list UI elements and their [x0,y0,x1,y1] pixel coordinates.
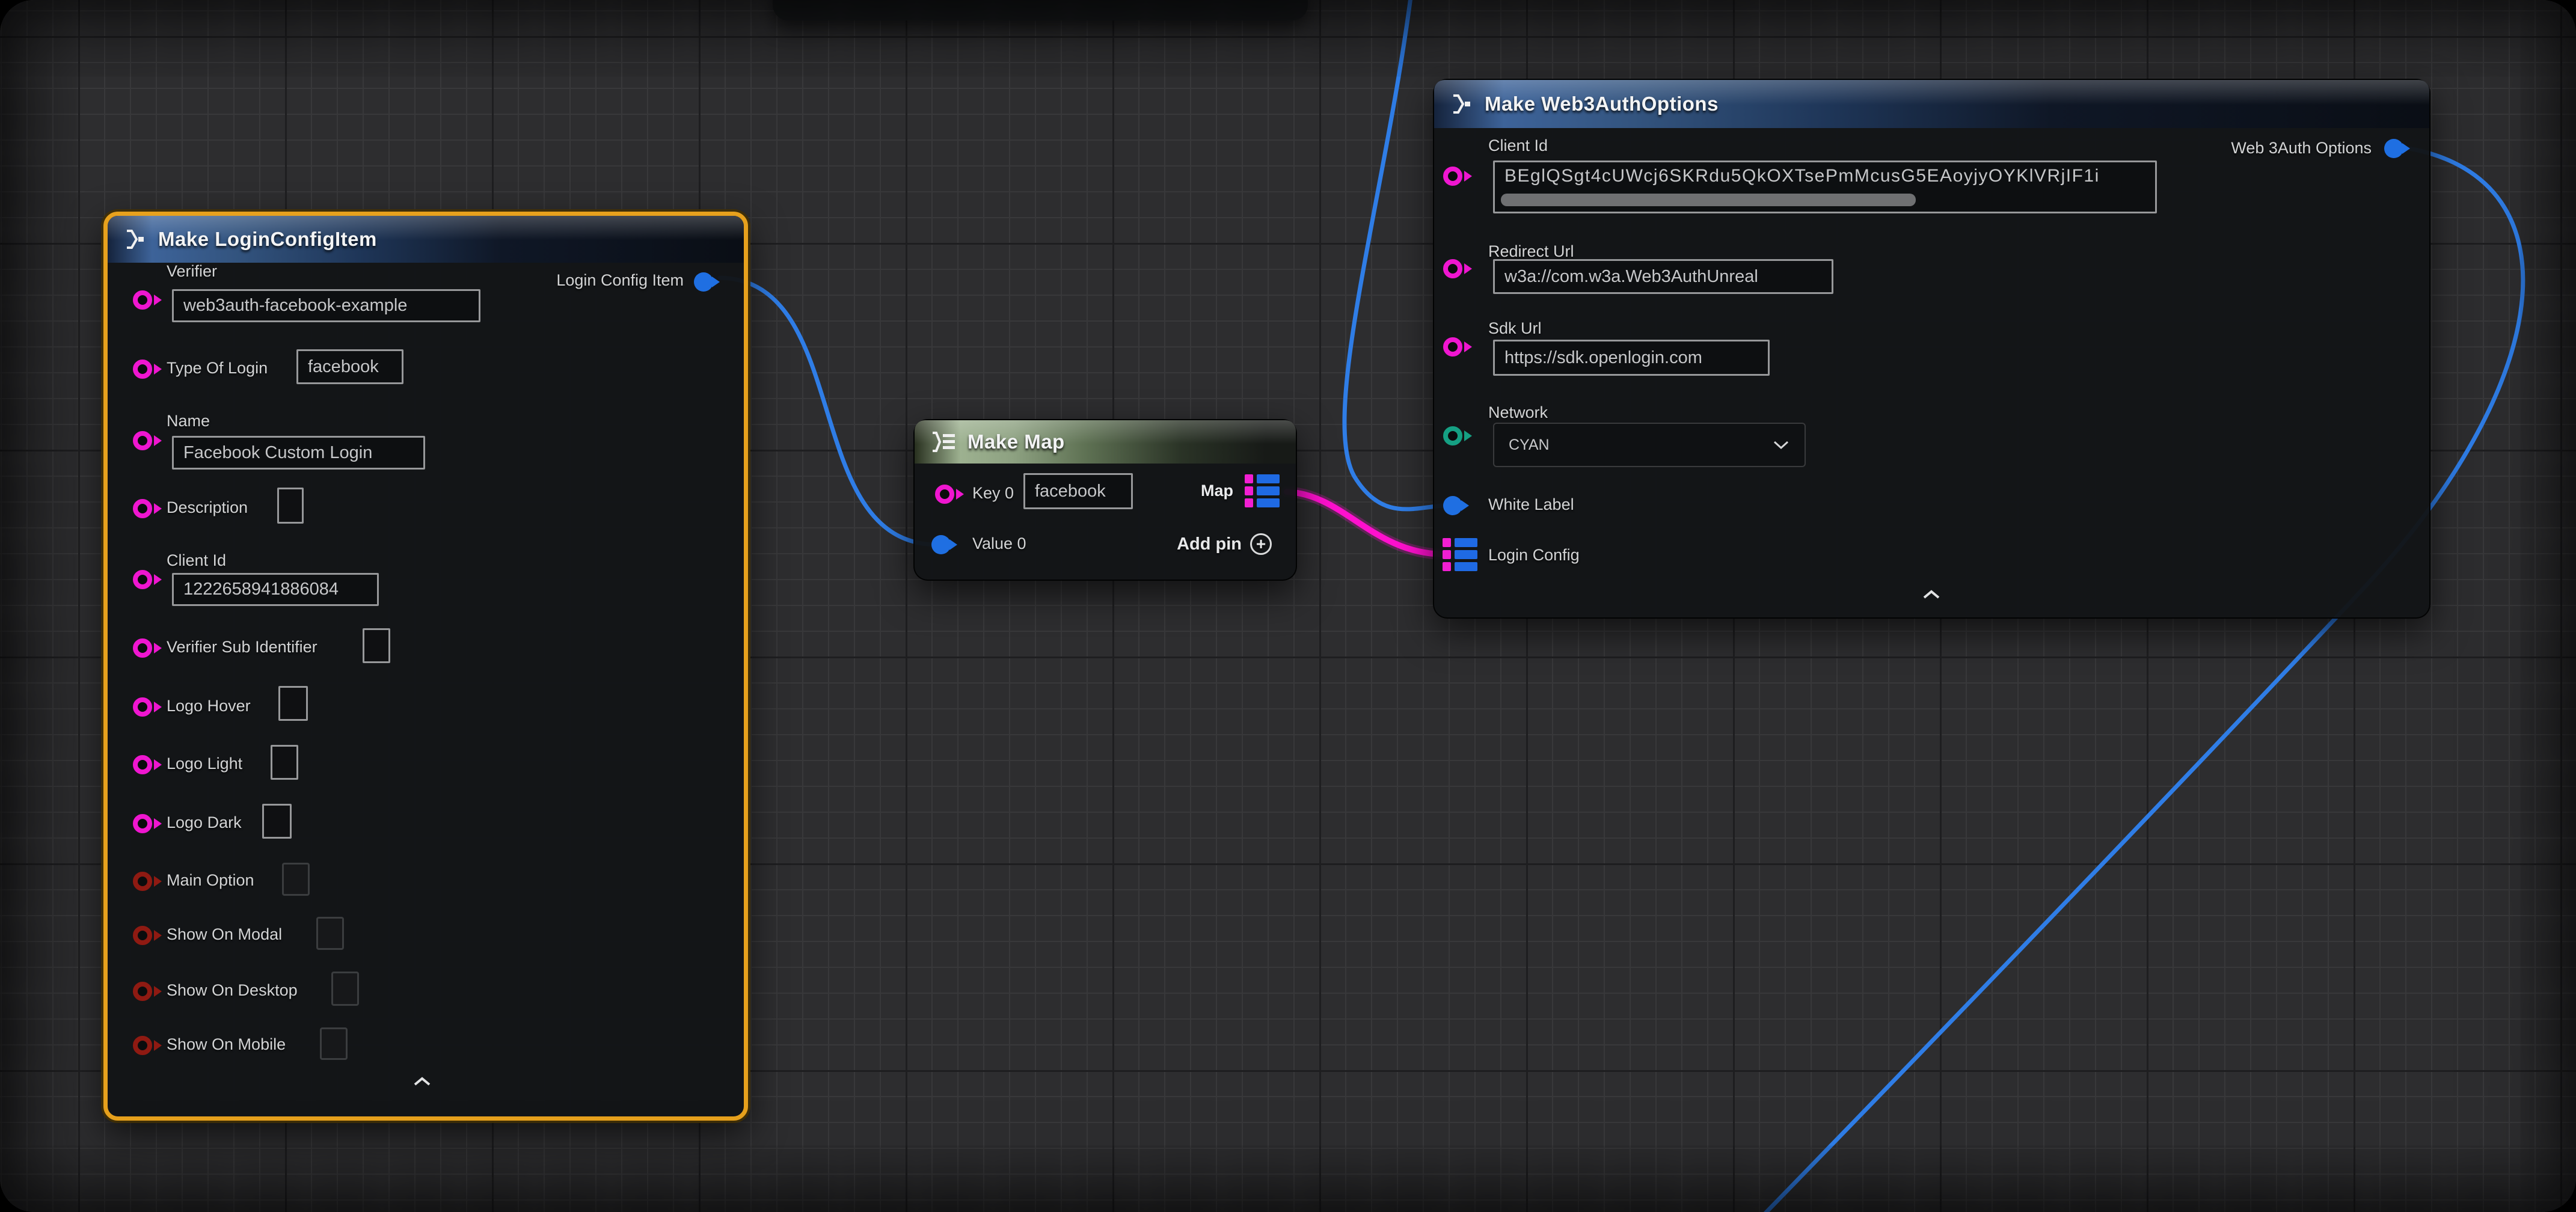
node-header[interactable]: Make Web3AuthOptions [1434,80,2429,128]
show-on-desktop-checkbox[interactable] [331,972,359,1006]
key0-input[interactable]: facebook [1023,473,1133,509]
sdk-url-pin[interactable] [1443,337,1462,357]
logo-light-pin[interactable] [133,755,152,774]
white-label-pin[interactable] [1443,496,1462,515]
logo-hover-label: Logo Hover [167,697,251,715]
node-title: Make LoginConfigItem [158,228,377,251]
verifier-sub-identifier-input[interactable] [363,628,390,663]
map-output-pin[interactable] [1245,474,1280,507]
node-header[interactable]: Make LoginConfigItem [108,216,744,263]
client-id-scrollbar[interactable] [1501,194,1916,206]
make-map-icon [930,432,957,452]
wire-map-to-login-config-glow [1287,492,1443,554]
show-on-desktop-label: Show On Desktop [167,981,298,1000]
show-on-desktop-pin[interactable] [133,982,152,1001]
description-label: Description [167,498,248,517]
network-dropdown[interactable]: CYAN [1493,423,1806,467]
show-on-modal-label: Show On Modal [167,925,282,944]
wire-top-to-white-label [1345,0,1443,509]
show-on-mobile-pin[interactable] [133,1036,152,1055]
logo-light-label: Logo Light [167,754,242,773]
web3auth-options-output-pin[interactable] [2384,139,2403,158]
verifier-input[interactable]: web3auth-facebook-example [172,289,480,322]
logo-light-input[interactable] [271,745,298,780]
name-label: Name [167,412,210,430]
logo-hover-pin[interactable] [133,697,152,717]
node-make-map[interactable]: Make Map Key 0 facebook Map Value 0 Add … [913,419,1297,581]
name-input[interactable]: Facebook Custom Login [172,436,425,470]
client-id-value: BEglQSgt4cUWcj6SKRdu5QkOXTsePmMcusG5EAoy… [1504,166,2100,186]
show-on-mobile-checkbox[interactable] [320,1027,348,1060]
sdk-url-label: Sdk Url [1488,319,1542,338]
make-struct-icon [123,229,147,249]
name-pin[interactable] [133,431,152,450]
key0-label: Key 0 [972,484,1014,503]
node-make-loginconfigitem[interactable]: Make LoginConfigItem Login Config Item V… [103,212,748,1121]
logo-hover-input[interactable] [278,686,308,721]
description-pin[interactable] [133,499,152,518]
client-id-input[interactable]: 1222658941886084 [172,573,379,606]
logo-dark-label: Logo Dark [167,813,242,832]
add-pin-label: Add pin [1177,534,1242,554]
dropdown-chevron-icon [1773,441,1789,449]
map-output-label: Map [1201,482,1233,500]
description-input[interactable] [277,488,304,524]
wire-login-config-item-to-value0 [720,278,937,545]
login-config-item-output-pin[interactable] [694,272,713,292]
verifier-label: Verifier [167,262,217,281]
verifier-pin[interactable] [133,290,152,310]
add-pin-icon: + [1250,533,1272,555]
type-of-login-pin[interactable] [133,360,152,379]
sdk-url-input[interactable]: https://sdk.openlogin.com [1493,340,1770,376]
node-header[interactable]: Make Map [915,420,1296,464]
network-label: Network [1488,403,1548,422]
redirect-url-input[interactable]: w3a://com.w3a.Web3AuthUnreal [1493,259,1833,294]
login-config-item-output-label: Login Config Item [556,271,684,290]
white-label-label: White Label [1488,495,1574,514]
verifier-sub-identifier-pin[interactable] [133,638,152,658]
network-selected-value: CYAN [1509,436,1550,454]
make-struct-icon [1450,94,1474,114]
main-option-checkbox[interactable] [282,863,310,896]
logo-dark-pin[interactable] [133,814,152,833]
verifier-sub-identifier-label: Verifier Sub Identifier [167,638,317,656]
network-pin[interactable] [1443,426,1462,445]
show-on-modal-checkbox[interactable] [316,917,344,950]
show-on-mobile-label: Show On Mobile [167,1035,286,1054]
login-config-label: Login Config [1488,546,1580,565]
node-make-web3authoptions[interactable]: Make Web3AuthOptions Web 3Auth Options C… [1433,79,2430,619]
main-option-pin[interactable] [133,872,152,891]
collapse-chevron-icon[interactable] [413,1077,431,1086]
web3auth-options-output-label: Web 3Auth Options [2231,139,2372,158]
main-option-label: Main Option [167,871,254,890]
client-id-label: Client Id [167,551,226,570]
type-of-login-input[interactable]: facebook [296,349,403,384]
logo-dark-input[interactable] [262,804,292,839]
client-id-input[interactable]: BEglQSgt4cUWcj6SKRdu5QkOXTsePmMcusG5EAoy… [1493,161,2157,213]
client-id-label: Client Id [1488,136,1548,155]
node-title: Make Map [968,430,1065,453]
node-title: Make Web3AuthOptions [1485,93,1719,115]
client-id-pin[interactable] [1443,167,1462,186]
value0-label: Value 0 [972,534,1026,553]
value0-pin[interactable] [931,535,951,554]
show-on-modal-pin[interactable] [133,926,152,945]
redirect-url-label: Redirect Url [1488,242,1574,261]
collapse-chevron-icon[interactable] [1922,590,1940,599]
login-config-pin[interactable] [1443,538,1477,571]
redirect-url-pin[interactable] [1443,259,1462,278]
key0-pin[interactable] [935,485,954,504]
type-of-login-label: Type Of Login [167,359,268,378]
client-id-pin[interactable] [133,570,152,589]
add-pin-button[interactable]: Add pin + [1177,533,1272,555]
blueprint-graph-canvas[interactable]: Make LoginConfigItem Login Config Item V… [0,0,2576,1212]
offscreen-node-bottom-edge[interactable] [773,0,1308,20]
